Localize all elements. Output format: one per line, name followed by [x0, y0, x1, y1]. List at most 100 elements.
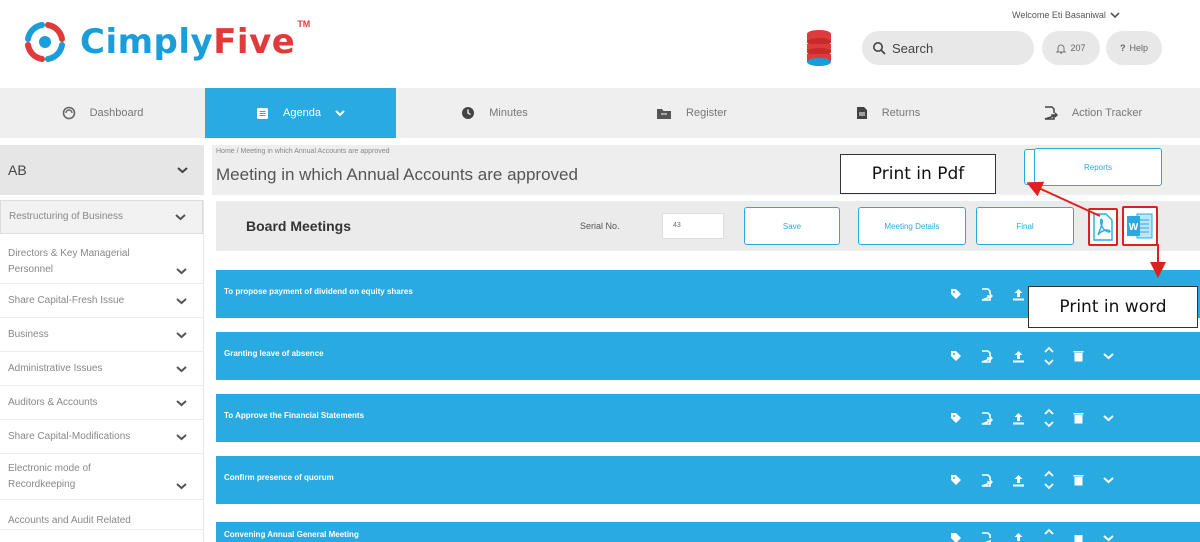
nav-label: Action Tracker — [1071, 107, 1143, 119]
upload-icon[interactable] — [1012, 288, 1025, 301]
bell-icon — [1056, 44, 1067, 53]
callout-print-word: Print in word — [1028, 286, 1198, 328]
agenda-item-actions — [950, 344, 1114, 368]
chevron-down-icon[interactable] — [1103, 476, 1114, 484]
chevron-down-icon — [176, 331, 187, 338]
notifications-button[interactable]: 207 — [1042, 31, 1100, 65]
breadcrumb[interactable]: Home / Meeting in which Annual Accounts … — [216, 148, 390, 155]
sidebar-item-share-capital-fresh[interactable]: Share Capital-Fresh Issue — [0, 284, 203, 318]
serial-label: Serial No. — [580, 221, 620, 231]
agenda-item-actions — [950, 526, 1114, 542]
sidebar-item-label: Administrative Issues — [8, 362, 103, 374]
chevron-down-icon[interactable] — [1103, 534, 1114, 542]
upload-icon[interactable] — [1012, 532, 1025, 542]
sidebar-item-auditors[interactable]: Auditors & Accounts — [0, 386, 203, 420]
chevron-down-icon — [176, 365, 187, 372]
svg-text:W: W — [1129, 222, 1139, 233]
sidebar-item-business[interactable]: Business — [0, 318, 203, 352]
chevron-down-icon[interactable] — [1103, 414, 1114, 422]
chevron-down-icon — [176, 267, 187, 274]
section-title: Board Meetings — [246, 218, 352, 234]
reorder-icon[interactable] — [1044, 469, 1054, 491]
agenda-item[interactable]: Confirm presence of quorum — [216, 456, 1200, 504]
chevron-down-icon[interactable] — [1103, 352, 1114, 360]
brand-logo[interactable]: CimplyFive TM — [20, 14, 310, 70]
nav-tab-returns[interactable]: Returns — [790, 88, 986, 138]
agenda-item-actions — [950, 406, 1114, 430]
delete-icon[interactable] — [1073, 474, 1084, 486]
serial-number-input[interactable]: 43 — [662, 213, 724, 239]
sidebar-item-restructuring[interactable]: Restructuring of Business — [0, 200, 203, 234]
delete-icon[interactable] — [1073, 532, 1084, 542]
final-button[interactable]: Final — [976, 207, 1074, 245]
search-input[interactable]: Search — [862, 31, 1034, 65]
reports-button[interactable]: Reports — [1034, 148, 1162, 186]
nav-tab-minutes[interactable]: Minutes — [396, 88, 593, 138]
pdf-icon — [1093, 213, 1113, 241]
nav-label: Minutes — [489, 107, 528, 119]
user-menu[interactable]: Welcome Eti Basaniwal — [1012, 10, 1120, 20]
sidebar-item-label: Share Capital-Modifications — [8, 430, 131, 442]
sidebar-item-administrative[interactable]: Administrative Issues — [0, 352, 203, 386]
edit-document-icon[interactable] — [981, 531, 993, 542]
reorder-icon[interactable] — [1044, 345, 1054, 367]
agenda-item[interactable]: Granting leave of absence — [216, 332, 1200, 380]
edit-document-icon[interactable] — [981, 411, 993, 425]
chevron-down-icon — [177, 167, 188, 174]
reorder-icon[interactable] — [1044, 527, 1054, 542]
print-word-button[interactable]: W — [1122, 206, 1158, 246]
nav-label: Returns — [881, 107, 921, 119]
edit-document-icon[interactable] — [981, 287, 993, 301]
agenda-item-title: To Approve the Financial Statements — [224, 411, 365, 420]
nav-label: Agenda — [283, 107, 321, 119]
company-select[interactable]: AB — [0, 145, 204, 195]
reorder-icon[interactable] — [1044, 407, 1054, 429]
edit-document-icon[interactable] — [981, 349, 993, 363]
tag-icon[interactable] — [950, 474, 962, 486]
database-icon[interactable] — [806, 29, 832, 67]
upload-icon[interactable] — [1012, 350, 1025, 363]
upload-icon[interactable] — [1012, 412, 1025, 425]
tracker-icon — [1044, 106, 1058, 120]
chevron-down-icon — [176, 433, 187, 440]
sidebar-item-label: Restructuring of Business — [9, 211, 123, 222]
agenda-item-title: Confirm presence of quorum — [224, 473, 334, 482]
nav-tab-dashboard[interactable]: Dashboard — [0, 88, 205, 138]
sidebar: Restructuring of Business Directors & Ke… — [0, 200, 204, 542]
delete-icon[interactable] — [1073, 412, 1084, 424]
agenda-item-title: Granting leave of absence — [224, 349, 324, 358]
print-pdf-button[interactable] — [1088, 208, 1118, 246]
search-placeholder: Search — [892, 40, 934, 56]
sidebar-item-label: Electronic mode of Recordkeeping — [8, 462, 91, 490]
agenda-item[interactable]: To Approve the Financial Statements — [216, 394, 1200, 442]
edit-document-icon[interactable] — [981, 473, 993, 487]
agenda-icon — [257, 107, 269, 119]
sidebar-item-accounts-audit[interactable]: Accounts and Audit Related — [0, 500, 203, 530]
save-button[interactable]: Save — [744, 207, 840, 245]
tag-icon[interactable] — [950, 288, 962, 300]
nav-tab-register[interactable]: Register — [593, 88, 790, 138]
help-button[interactable]: ? Help — [1106, 31, 1162, 65]
nav-tab-agenda[interactable]: Agenda — [205, 88, 396, 138]
agenda-item[interactable]: Convening Annual General Meeting — [216, 522, 1200, 542]
tag-icon[interactable] — [950, 532, 962, 542]
nav-tab-action-tracker[interactable]: Action Tracker — [986, 88, 1200, 138]
tag-icon[interactable] — [950, 350, 962, 362]
sidebar-item-label: Accounts and Audit Related — [8, 515, 131, 526]
nav-label: Dashboard — [89, 107, 144, 119]
sidebar-item-electronic-recordkeeping[interactable]: Electronic mode of Recordkeeping — [0, 454, 203, 500]
chevron-down-icon — [175, 214, 186, 221]
agenda-item-title: To propose payment of dividend on equity… — [224, 287, 413, 296]
word-icon: W — [1127, 213, 1153, 239]
logo-mark-icon — [25, 22, 65, 62]
main-nav: Dashboard Agenda Minutes Register Return… — [0, 88, 1200, 138]
upload-icon[interactable] — [1012, 474, 1025, 487]
sidebar-item-share-capital-modifications[interactable]: Share Capital-Modifications — [0, 420, 203, 454]
sidebar-item-directors[interactable]: Directors & Key Managerial Personnel — [0, 240, 203, 284]
agenda-item-title: Convening Annual General Meeting — [224, 530, 359, 539]
delete-icon[interactable] — [1073, 350, 1084, 362]
tag-icon[interactable] — [950, 412, 962, 424]
sidebar-item-label: Business — [8, 328, 49, 340]
meeting-details-button[interactable]: Meeting Details — [858, 207, 966, 245]
notification-count: 207 — [1070, 43, 1086, 53]
